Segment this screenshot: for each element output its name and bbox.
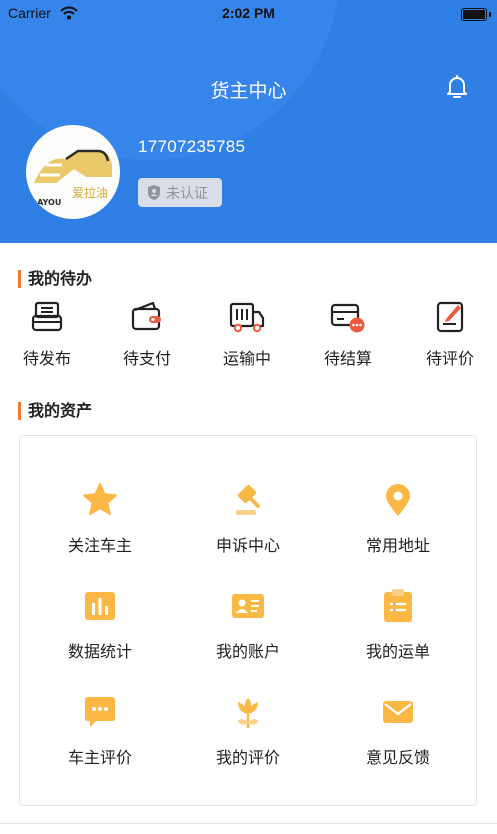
asset-item-common-address[interactable]: 常用地址	[328, 482, 468, 556]
asset-label: 我的运单	[365, 642, 430, 661]
todo-item-pending-review[interactable]: 待评价	[400, 300, 497, 369]
todo-label: 待结算	[323, 349, 372, 368]
location-pin-icon	[386, 484, 410, 516]
profile-header: Carrier 2:02 PM 货主中心 爱拉油 LAYOU 177072357…	[0, 0, 497, 243]
asset-label: 意见反馈	[365, 748, 430, 767]
asset-label: 我的评价	[215, 748, 280, 767]
company-logo: 爱拉油 LAYOU	[32, 149, 112, 207]
bell-icon[interactable]	[444, 74, 470, 100]
todo-item-pending-publish[interactable]: 待发布	[0, 300, 97, 369]
truck-icon	[229, 302, 265, 333]
avatar[interactable]: 爱拉油 LAYOU	[26, 125, 120, 219]
asset-item-feedback[interactable]: 意见反馈	[328, 694, 468, 768]
asset-item-my-waybill[interactable]: 我的运单	[328, 588, 468, 662]
star-icon	[83, 483, 117, 515]
chat-bubble-icon	[85, 697, 115, 727]
clock: 2:02 PM	[222, 5, 275, 21]
todo-item-pending-payment[interactable]: 待支付	[97, 300, 197, 369]
battery-icon	[461, 8, 487, 21]
bar-chart-icon	[85, 592, 115, 620]
todo-label: 待评价	[425, 349, 474, 368]
status-bar: Carrier 2:02 PM	[0, 4, 497, 24]
card-settle-icon	[330, 303, 365, 333]
verify-status-badge[interactable]: 未认证	[138, 178, 222, 207]
asset-label: 我的账户	[215, 642, 280, 661]
asset-label: 常用地址	[365, 536, 430, 555]
todo-label: 待支付	[122, 349, 171, 368]
asset-label: 车主评价	[67, 748, 132, 767]
svg-text:爱拉油: 爱拉油	[72, 185, 108, 200]
todo-item-in-transit[interactable]: 运输中	[197, 300, 297, 369]
bottom-tab-bar	[0, 823, 497, 834]
todo-section-title: 我的待办	[18, 270, 92, 288]
gavel-icon	[236, 484, 260, 515]
assets-card: 关注车主 申诉中心 常用地址 数据统计 我的账户 我的运单 车主评价 我的评价 …	[19, 435, 477, 806]
asset-label: 数据统计	[67, 642, 132, 661]
svg-text:LAYOU: LAYOU	[32, 198, 61, 207]
asset-item-appeal-center[interactable]: 申诉中心	[178, 482, 318, 556]
mail-icon	[383, 701, 413, 723]
asset-label: 关注车主	[67, 536, 132, 555]
document-stack-icon	[31, 301, 63, 332]
asset-item-followed-drivers[interactable]: 关注车主	[30, 482, 170, 556]
asset-item-my-account[interactable]: 我的账户	[178, 588, 318, 662]
asset-item-driver-reviews[interactable]: 车主评价	[30, 694, 170, 768]
edit-note-icon	[436, 301, 464, 333]
todo-item-pending-settlement[interactable]: 待结算	[298, 300, 398, 369]
flower-icon	[238, 698, 258, 728]
asset-item-statistics[interactable]: 数据统计	[30, 588, 170, 662]
verify-status-label: 未认证	[166, 186, 208, 202]
page-title: 货主中心	[210, 80, 287, 102]
todo-label: 运输中	[222, 349, 271, 368]
todo-label: 待发布	[22, 349, 71, 368]
id-card-icon	[232, 594, 264, 618]
user-phone: 17707235785	[138, 137, 246, 156]
wallet-icon	[131, 301, 161, 331]
clipboard-icon	[384, 589, 412, 622]
assets-section-title: 我的资产	[18, 402, 92, 420]
asset-item-my-reviews[interactable]: 我的评价	[178, 694, 318, 768]
asset-label: 申诉中心	[215, 536, 280, 555]
shield-user-icon	[148, 185, 160, 200]
